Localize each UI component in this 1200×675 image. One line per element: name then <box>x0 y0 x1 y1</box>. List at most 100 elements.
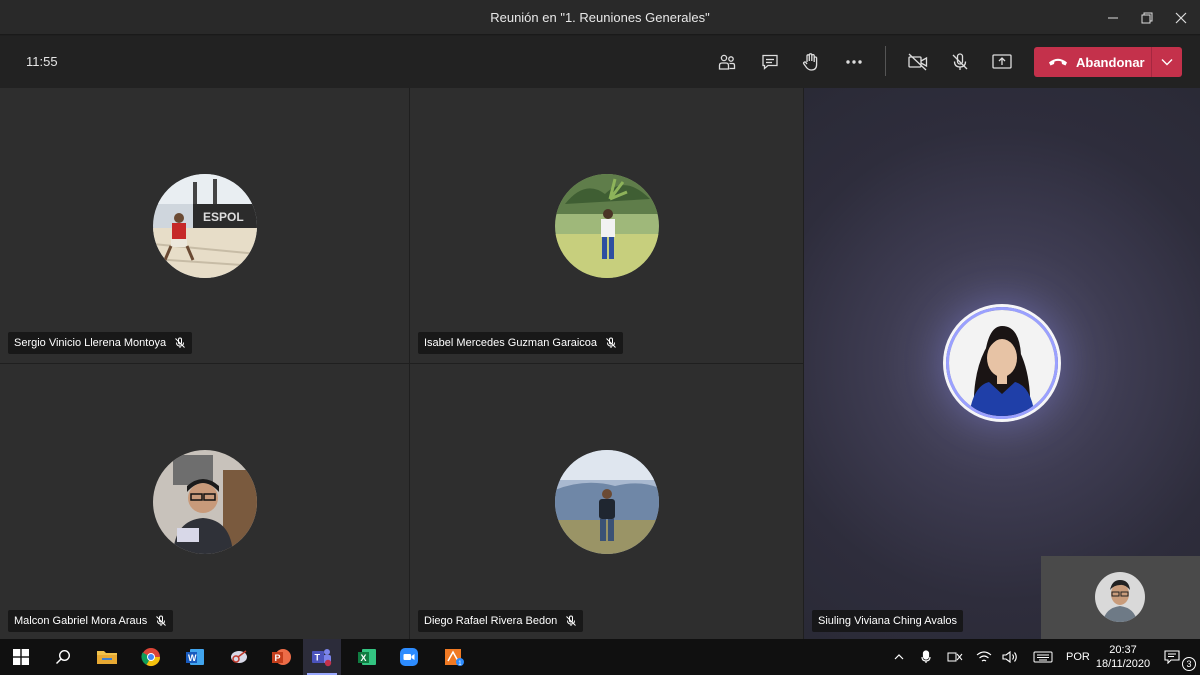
chevron-down-icon <box>1161 59 1173 66</box>
file-explorer-icon <box>97 651 117 664</box>
participant-name-tag: Isabel Mercedes Guzman Garaicoa <box>418 332 624 354</box>
show-participants-button[interactable] <box>711 46 743 78</box>
muted-mic-icon <box>605 337 617 349</box>
participant-avatar <box>554 450 659 554</box>
teams-icon: T <box>312 649 332 667</box>
action-center-button[interactable] <box>1160 639 1184 675</box>
close-window-button[interactable] <box>1164 0 1198 35</box>
share-screen-icon <box>992 54 1012 69</box>
notification-count-badge: 3 <box>1182 657 1196 671</box>
muted-mic-icon <box>565 615 577 627</box>
participant-name-tag: Siuling Viviana Ching Avalos <box>812 610 964 632</box>
phone-hangup-icon <box>1049 58 1067 66</box>
more-options-button[interactable] <box>838 46 870 78</box>
taskbar-excel[interactable]: X <box>348 639 386 675</box>
participant-avatar: ESPOL <box>152 174 257 278</box>
participant-avatar <box>554 174 659 278</box>
snipping-tool-icon <box>231 650 247 663</box>
window-title-bar: Reunión en "1. Reuniones Generales" <box>0 0 1200 35</box>
participant-tile[interactable]: ESPOL Sergio Vinicio Llerena Montoya <box>0 88 409 363</box>
word-icon: W <box>186 649 204 665</box>
meeting-toolbar: 11:55 Abandonar <box>0 36 1200 88</box>
keyboard-icon <box>1033 651 1053 663</box>
minimize-icon <box>1108 17 1118 18</box>
language-indicator[interactable]: POR <box>1066 639 1090 675</box>
close-icon <box>1175 12 1187 23</box>
microphone-tray-button[interactable] <box>917 639 935 675</box>
raise-hand-button[interactable] <box>795 46 827 78</box>
more-options-icon <box>846 60 862 64</box>
touch-keyboard-button[interactable] <box>1030 639 1056 675</box>
participant-tile[interactable]: Malcon Gabriel Mora Araus <box>0 364 409 639</box>
participant-avatar <box>152 450 257 554</box>
show-hidden-icons-button[interactable] <box>890 639 908 675</box>
taskbar-powerpoint[interactable]: P <box>262 639 300 675</box>
svg-text:T: T <box>315 653 321 663</box>
meeting-timer: 11:55 <box>26 54 58 69</box>
leave-label: Abandonar <box>1076 54 1145 70</box>
windows-start-icon <box>13 649 29 665</box>
network-button[interactable] <box>974 639 994 675</box>
participant-tile[interactable]: Diego Rafael Rivera Bedon <box>410 364 803 639</box>
input-indicator-button[interactable] <box>945 639 965 675</box>
leave-options-dropdown[interactable] <box>1152 47 1182 77</box>
toggle-mic-button[interactable] <box>944 46 976 78</box>
participant-name: Siuling Viviana Ching Avalos <box>818 615 958 627</box>
zoom-icon <box>400 648 418 666</box>
volume-button[interactable] <box>1000 639 1020 675</box>
wifi-icon <box>976 651 992 662</box>
chat-icon <box>762 54 778 70</box>
taskbar-snipping-tool[interactable] <box>220 639 258 675</box>
video-stage: ESPOL Sergio Vinicio Llerena Montoya Isa… <box>0 88 1200 639</box>
participant-name-tag: Sergio Vinicio Llerena Montoya <box>8 332 193 354</box>
taskbar-teams[interactable]: T <box>303 639 341 675</box>
svg-text:W: W <box>188 653 197 663</box>
participant-name-tag: Diego Rafael Rivera Bedon <box>418 610 584 632</box>
share-screen-button[interactable] <box>986 46 1018 78</box>
camera-off-icon <box>908 53 928 71</box>
participant-tile[interactable]: Isabel Mercedes Guzman Garaicoa <box>410 88 803 363</box>
restore-icon <box>1141 12 1153 23</box>
show-chat-button[interactable] <box>754 46 786 78</box>
minimize-button[interactable] <box>1096 0 1130 35</box>
restore-button[interactable] <box>1130 0 1164 35</box>
taskbar-file-explorer[interactable] <box>88 639 126 675</box>
powerpoint-icon: P <box>272 649 291 665</box>
participant-name-tag: Malcon Gabriel Mora Araus <box>8 610 174 632</box>
mic-off-icon <box>952 53 968 70</box>
muted-mic-icon <box>155 615 167 627</box>
taskbar-chrome[interactable] <box>132 639 170 675</box>
toggle-camera-button[interactable] <box>902 46 934 78</box>
toolbar-divider <box>885 46 886 76</box>
svg-text:P: P <box>275 653 281 663</box>
svg-text:X: X <box>361 653 367 663</box>
participant-avatar <box>946 307 1058 419</box>
windows-taskbar: W P T X 1 POR 20:37 18/11/2020 3 <box>0 639 1200 675</box>
app-badge-icon: 1 <box>445 649 464 667</box>
speaker-icon <box>1002 650 1017 664</box>
chrome-icon <box>141 648 160 667</box>
participant-name: Sergio Vinicio Llerena Montoya <box>14 337 167 349</box>
taskbar-search-button[interactable] <box>44 639 82 675</box>
participant-name: Diego Rafael Rivera Bedon <box>424 615 558 627</box>
leave-meeting-button-group: Abandonar <box>1034 47 1182 77</box>
leave-meeting-button[interactable]: Abandonar <box>1034 47 1152 77</box>
self-view-tile[interactable] <box>1041 556 1200 639</box>
notifications-icon <box>1164 650 1180 664</box>
clock-time: 20:37 <box>1109 644 1137 656</box>
taskbar-clock[interactable]: 20:37 18/11/2020 <box>1094 643 1152 671</box>
window-title: Reunión en "1. Reuniones Generales" <box>490 10 710 25</box>
start-button[interactable] <box>2 639 40 675</box>
svg-text:ESPOL: ESPOL <box>203 210 244 224</box>
self-avatar <box>1095 572 1145 622</box>
search-icon <box>56 649 71 664</box>
taskbar-word[interactable]: W <box>176 639 214 675</box>
participant-name: Malcon Gabriel Mora Araus <box>14 615 148 627</box>
raise-hand-icon <box>802 53 818 71</box>
clock-date: 18/11/2020 <box>1095 658 1151 670</box>
excel-icon: X <box>358 649 376 665</box>
muted-mic-icon <box>174 337 186 349</box>
microphone-icon <box>921 650 931 663</box>
taskbar-zoom[interactable] <box>390 639 428 675</box>
taskbar-app-with-badge[interactable]: 1 <box>435 639 473 675</box>
